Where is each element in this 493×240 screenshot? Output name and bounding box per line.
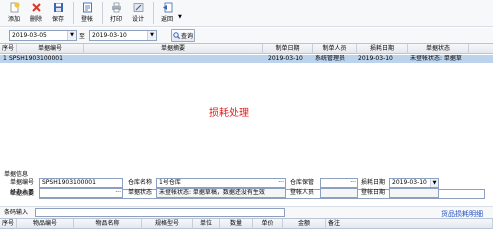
design-icon <box>133 2 144 13</box>
date-filter-bar: 2019-03-05 ▼ 至 2019-03-10 ▼ 查询 <box>0 28 493 43</box>
document-info-title: 单据信息 <box>4 171 29 178</box>
toolbar-separator <box>102 2 103 24</box>
col-header-status[interactable]: 单据状态 <box>408 44 469 54</box>
toolbar-separator <box>73 2 74 24</box>
ellipsis-browse-icon[interactable]: ··· <box>115 189 121 197</box>
return-label: 返回 <box>160 16 173 23</box>
cell-make-date: 2019-03-10 <box>268 55 303 62</box>
design-label: 设计 <box>131 16 144 23</box>
status-label: 单据状态 <box>128 189 153 196</box>
detail-col-item-code[interactable]: 物品编号 <box>17 219 74 229</box>
post-person-label: 登帐人员 <box>290 189 315 196</box>
search-icon <box>173 32 180 39</box>
detail-col-no[interactable]: 序号 <box>0 219 17 229</box>
print-button[interactable]: 打印 <box>106 0 126 26</box>
grid-header: 序号 单据编号 单据摘要 制单日期 制单人员 损耗日期 单据状态 <box>0 44 493 54</box>
post-person-field <box>320 188 358 198</box>
delete-label: 删除 <box>29 16 42 23</box>
date-to-picker[interactable]: 2019-03-10 ▼ <box>89 30 157 41</box>
detail-grid-header: 序号 物品编号 物品名称 规格型号 单位 数量 单价 金额 备注 <box>0 219 493 229</box>
toolbar-more-caret-icon[interactable]: ▼ <box>178 14 182 20</box>
warehouse-value: 1号仓库 <box>159 179 181 186</box>
loss-detail-grid: 序号 物品编号 物品名称 规格型号 单位 数量 单价 金额 备注 <box>0 218 493 240</box>
cell-summary <box>86 55 261 63</box>
loss-date-value: 2019-03-10 <box>392 179 427 186</box>
handler-label: 经办人员 <box>10 189 35 196</box>
date-range-to-label: 至 <box>79 33 86 40</box>
status-value: 未登帐状态: 单据草稿，数据还没有生效 <box>159 189 265 196</box>
return-button[interactable]: 返回 <box>157 0 177 26</box>
barcode-input[interactable] <box>35 208 285 217</box>
print-label: 打印 <box>109 16 122 23</box>
chevron-down-icon[interactable]: ▼ <box>67 31 76 40</box>
detail-col-price[interactable]: 单价 <box>253 219 283 229</box>
cell-loss-date: 2019-03-10 <box>358 55 393 62</box>
post-date-field <box>389 188 439 198</box>
design-button[interactable]: 设计 <box>128 0 148 26</box>
cell-maker: 系统管理员 <box>315 55 346 62</box>
detail-col-spec[interactable]: 规格型号 <box>142 219 193 229</box>
delete-x-icon <box>31 2 42 13</box>
query-label: 查询 <box>180 33 193 40</box>
status-field: 未登帐状态: 单据草稿，数据还没有生效 <box>156 188 286 198</box>
cell-status: 未登帐状态: 单据草 <box>410 55 462 62</box>
col-header-doc-code[interactable]: 单据编号 <box>17 44 84 54</box>
col-header-loss-date[interactable]: 损耗日期 <box>357 44 408 54</box>
post-account-label: 登帐 <box>80 16 93 23</box>
date-to-value: 2019-03-10 <box>92 32 127 39</box>
save-label: 保存 <box>51 16 64 23</box>
return-icon <box>162 2 173 13</box>
detail-col-unit[interactable]: 单位 <box>193 219 220 229</box>
save-button[interactable]: 保存 <box>48 0 68 26</box>
save-disk-icon <box>53 2 64 13</box>
toolbar-separator <box>153 2 154 24</box>
query-button[interactable]: 查询 <box>171 29 195 42</box>
document-list-grid: 序号 单据编号 单据摘要 制单日期 制单人员 损耗日期 单据状态 1 SPSH1… <box>0 43 493 169</box>
add-label: 添加 <box>7 16 20 23</box>
add-doc-icon <box>9 2 20 13</box>
detail-col-remark[interactable]: 备注 <box>326 219 493 229</box>
date-from-picker[interactable]: 2019-03-05 ▼ <box>9 30 77 41</box>
cell-doc-code: SPSH1903100001 <box>9 55 63 62</box>
col-header-summary[interactable]: 单据摘要 <box>84 44 263 54</box>
post-account-button[interactable]: 登帐 <box>77 0 97 26</box>
col-header-no[interactable]: 序号 <box>0 44 17 54</box>
document-info-row-3: 经办人员 ··· 单据状态 未登帐状态: 单据草稿，数据还没有生效 登帐人员 登… <box>0 186 493 200</box>
col-header-make-date[interactable]: 制单日期 <box>263 44 313 54</box>
doc-code-value: SPSH1903100001 <box>42 179 96 186</box>
printer-icon <box>111 2 122 13</box>
post-account-icon <box>82 2 93 13</box>
chevron-down-icon[interactable]: ▼ <box>147 31 156 40</box>
barcode-label: 条码输入 <box>4 209 29 216</box>
table-row[interactable]: 1 SPSH1903100001 2019-03-10 系统管理员 2019-0… <box>0 55 493 63</box>
delete-button[interactable]: 删除 <box>26 0 46 26</box>
detail-col-amount[interactable]: 金额 <box>283 219 326 229</box>
col-header-maker[interactable]: 制单人员 <box>313 44 357 54</box>
detail-col-quantity[interactable]: 数量 <box>220 219 253 229</box>
add-button[interactable]: 添加 <box>4 0 24 26</box>
handler-field[interactable]: ··· <box>39 188 123 198</box>
module-watermark-title: 损耗处理 <box>209 108 249 119</box>
post-date-label: 登帐日期 <box>361 189 386 196</box>
date-from-value: 2019-03-05 <box>12 32 47 39</box>
barcode-input-row: 条码输入 货品损耗明细 <box>0 206 493 218</box>
detail-col-item-name[interactable]: 物品名称 <box>74 219 142 229</box>
toolbar: 添加 删除 保存 登帐 打印 设计 返回 ▼ <box>0 0 493 27</box>
